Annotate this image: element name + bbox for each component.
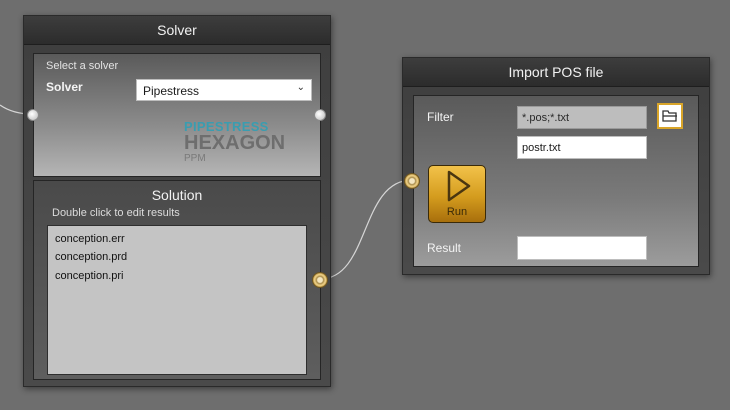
list-item[interactable]: conception.pri: [55, 270, 124, 282]
file-name-value: postr.txt: [522, 142, 561, 154]
wire-solution-to-import: [319, 179, 413, 280]
solver-label: Solver: [46, 80, 83, 94]
import-pos-node[interactable]: Import POS file Filter *.pos;*.txt postr…: [402, 57, 710, 275]
result-field[interactable]: [517, 236, 647, 260]
play-icon: [447, 170, 471, 202]
import-node-title: Import POS file: [403, 58, 709, 87]
run-button-label: Run: [446, 206, 468, 218]
import-panel: Filter *.pos;*.txt postr.txt Run Result: [413, 95, 699, 267]
list-item[interactable]: conception.err: [55, 233, 125, 245]
result-label: Result: [427, 241, 462, 255]
solution-panel: Solution Double click to edit results co…: [33, 180, 321, 380]
file-name-input[interactable]: postr.txt: [517, 136, 647, 159]
logo-line-ppm: PPM: [184, 153, 206, 164]
select-solver-caption: Select a solver: [46, 60, 119, 72]
solver-node[interactable]: Solver Select a solver Solver Pipestress…: [23, 15, 331, 387]
solver-node-title: Solver: [24, 16, 330, 45]
chevron-down-icon: ⌄: [296, 82, 305, 93]
logo-line-hexagon: HEXAGON: [184, 132, 286, 154]
solution-hint: Double click to edit results: [52, 207, 180, 219]
list-item[interactable]: conception.prd: [55, 251, 127, 263]
import-input-port[interactable]: [404, 173, 420, 189]
solution-title: Solution: [151, 187, 203, 203]
hexagon-pipestress-logo: PIPESTRESS HEXAGON PPM: [184, 120, 294, 164]
solver-output-port[interactable]: [314, 109, 326, 121]
folder-open-icon: [662, 110, 677, 122]
solution-output-port[interactable]: [312, 272, 328, 288]
solution-file-list[interactable]: conception.err conception.prd conception…: [47, 225, 307, 375]
filter-value: *.pos;*.txt: [522, 112, 570, 124]
solver-dropdown-value: Pipestress: [143, 84, 200, 98]
filter-label: Filter: [427, 110, 454, 124]
run-button[interactable]: Run: [428, 165, 486, 223]
solver-panel: Select a solver Solver Pipestress ⌄ PIPE…: [33, 53, 321, 177]
open-file-button[interactable]: [657, 103, 683, 129]
solver-input-port[interactable]: [27, 109, 39, 121]
solver-dropdown[interactable]: Pipestress ⌄: [136, 79, 312, 101]
filter-input[interactable]: *.pos;*.txt: [517, 106, 647, 129]
